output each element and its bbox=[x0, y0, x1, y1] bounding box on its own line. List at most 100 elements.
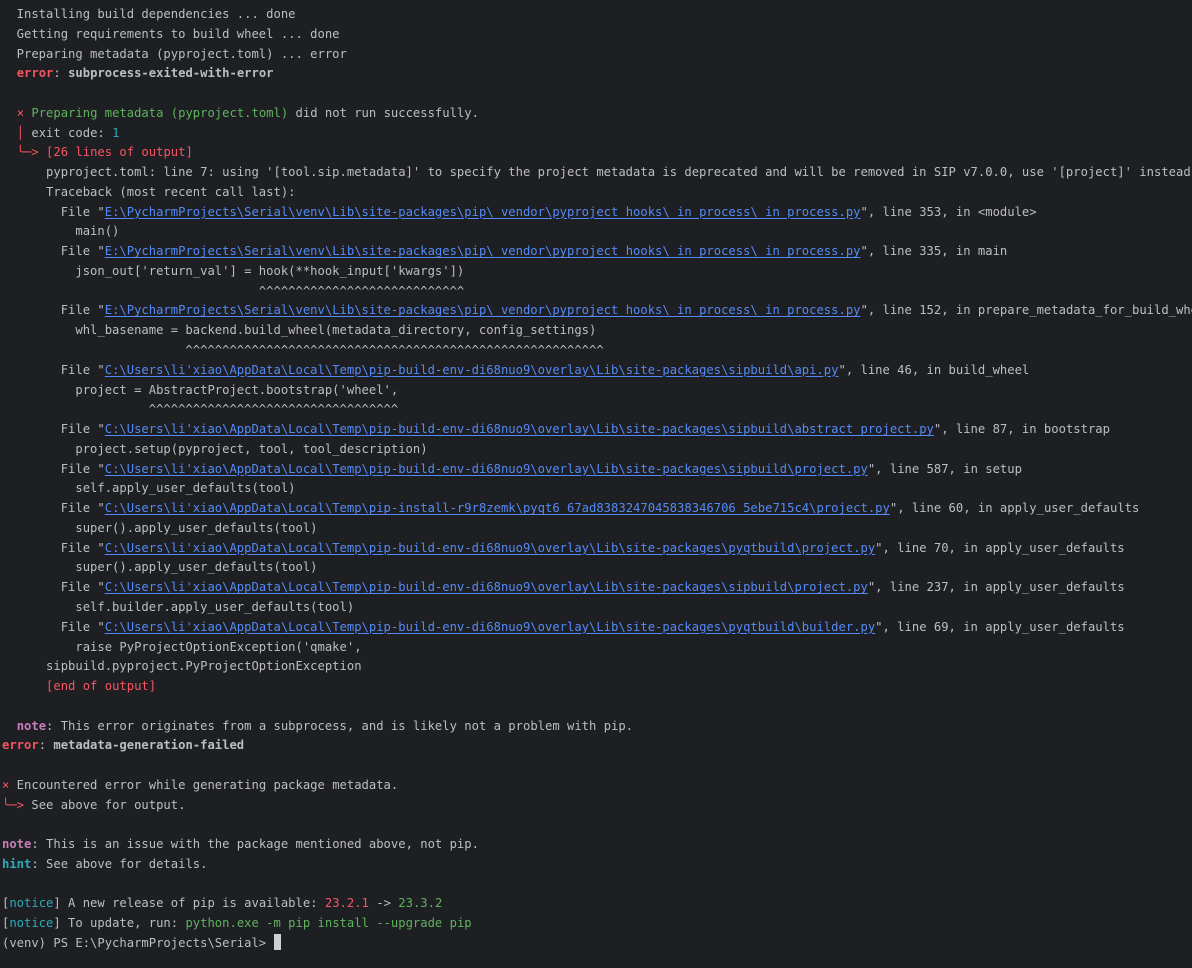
terminal-line: File "C:\Users\li'xiao\AppData\Local\Tem… bbox=[2, 539, 1192, 559]
terminal-text: python.exe -m pip install --upgrade pip bbox=[185, 916, 472, 931]
terminal-text: ", line 335, in main bbox=[860, 244, 1008, 259]
file-path-link[interactable]: C:\Users\li'xiao\AppData\Local\Temp\pip-… bbox=[105, 462, 868, 476]
terminal-text: : bbox=[38, 738, 54, 753]
terminal-text: Getting requirements to build wheel ... … bbox=[2, 26, 340, 41]
terminal-text: File " bbox=[2, 501, 105, 516]
terminal-line: ^^^^^^^^^^^^^^^^^^^^^^^^^^^^ bbox=[2, 282, 1192, 302]
file-path-link[interactable]: E:\PycharmProjects\Serial\venv\Lib\site-… bbox=[105, 303, 861, 317]
terminal-text: note bbox=[2, 837, 32, 852]
terminal-text: Preparing metadata (pyproject.toml) ... … bbox=[2, 46, 347, 61]
terminal-line: raise PyProjectOptionException('qmake', bbox=[2, 638, 1192, 658]
terminal-line: sipbuild.pyproject.PyProjectOptionExcept… bbox=[2, 657, 1192, 677]
terminal-text: File " bbox=[2, 461, 105, 476]
terminal-text: ] A new release of pip is available: bbox=[53, 896, 325, 911]
file-path-link[interactable]: E:\PycharmProjects\Serial\venv\Lib\site-… bbox=[105, 244, 861, 258]
terminal-text: ] To update, run: bbox=[53, 916, 186, 931]
terminal-line: json_out['return_val'] = hook(**hook_inp… bbox=[2, 262, 1192, 282]
terminal-text: pyproject.toml: line 7: using '[tool.sip… bbox=[2, 165, 1191, 180]
terminal-text: × bbox=[16, 105, 25, 120]
terminal-line: note: This error originates from a subpr… bbox=[2, 717, 1192, 737]
terminal-line: × Preparing metadata (pyproject.toml) di… bbox=[2, 104, 1192, 124]
file-path-link[interactable]: C:\Users\li'xiao\AppData\Local\Temp\pip-… bbox=[105, 620, 875, 634]
terminal-line: error: subprocess-exited-with-error bbox=[2, 64, 1192, 84]
terminal-text: self.apply_user_defaults(tool) bbox=[2, 481, 296, 496]
terminal-text: super().apply_user_defaults(tool) bbox=[2, 520, 318, 535]
terminal-text: raise PyProjectOptionException('qmake', bbox=[2, 639, 362, 654]
file-path-link[interactable]: C:\Users\li'xiao\AppData\Local\Temp\pip-… bbox=[105, 501, 890, 515]
terminal-line: Preparing metadata (pyproject.toml) ... … bbox=[2, 45, 1192, 65]
terminal-line: File "C:\Users\li'xiao\AppData\Local\Tem… bbox=[2, 460, 1192, 480]
terminal-text: note bbox=[16, 718, 47, 733]
terminal-line: project = AbstractProject.bootstrap('whe… bbox=[2, 381, 1192, 401]
terminal-text: ", line 87, in bootstrap bbox=[933, 422, 1110, 437]
terminal-line: ╰─> See above for output. bbox=[2, 796, 1192, 816]
terminal-line: File "C:\Users\li'xiao\AppData\Local\Tem… bbox=[2, 618, 1192, 638]
terminal-text: File " bbox=[2, 540, 105, 555]
terminal-line: │ exit code: 1 bbox=[2, 124, 1192, 144]
terminal-text: 1 bbox=[112, 125, 120, 140]
terminal-line: File "C:\Users\li'xiao\AppData\Local\Tem… bbox=[2, 420, 1192, 440]
terminal-text: ", line 46, in build_wheel bbox=[838, 362, 1030, 377]
file-path-link[interactable]: C:\Users\li'xiao\AppData\Local\Temp\pip-… bbox=[105, 580, 868, 594]
terminal-text: Preparing metadata bbox=[24, 105, 171, 120]
terminal-text: metadata-generation-failed bbox=[53, 738, 245, 753]
terminal-line: note: This is an issue with the package … bbox=[2, 835, 1192, 855]
terminal-text: : This error originates from a subproces… bbox=[46, 718, 634, 733]
terminal-text: 23.3.2 bbox=[398, 896, 443, 911]
terminal-text: ", line 70, in apply_user_defaults bbox=[875, 540, 1125, 555]
terminal-text: notice bbox=[9, 896, 54, 911]
terminal-text: : bbox=[53, 66, 69, 81]
terminal-line: File "C:\Users\li'xiao\AppData\Local\Tem… bbox=[2, 361, 1192, 381]
file-path-link[interactable]: C:\Users\li'xiao\AppData\Local\Temp\pip-… bbox=[105, 422, 934, 436]
terminal-line: ^^^^^^^^^^^^^^^^^^^^^^^^^^^^^^^^^^ bbox=[2, 400, 1192, 420]
terminal-line: self.apply_user_defaults(tool) bbox=[2, 479, 1192, 499]
file-path-link[interactable]: C:\Users\li'xiao\AppData\Local\Temp\pip-… bbox=[105, 363, 839, 377]
terminal-line: hint: See above for details. bbox=[2, 855, 1192, 875]
terminal-text: main() bbox=[2, 224, 120, 239]
terminal-text: Traceback (most recent call last): bbox=[2, 184, 296, 199]
terminal-line: File "C:\Users\li'xiao\AppData\Local\Tem… bbox=[2, 578, 1192, 598]
terminal-text: Installing build dependencies ... done bbox=[2, 7, 296, 21]
terminal-text: (pyproject.toml) bbox=[170, 105, 289, 120]
terminal-text: project = AbstractProject.bootstrap('whe… bbox=[2, 382, 399, 397]
terminal-line: File "E:\PycharmProjects\Serial\venv\Lib… bbox=[2, 301, 1192, 321]
terminal-line: self.builder.apply_user_defaults(tool) bbox=[2, 598, 1192, 618]
terminal-text: json_out['return_val'] = hook(**hook_inp… bbox=[2, 263, 465, 278]
terminal-text: File " bbox=[2, 303, 105, 318]
file-path-link[interactable]: C:\Users\li'xiao\AppData\Local\Temp\pip-… bbox=[105, 541, 875, 555]
terminal-text: whl_basename = backend.build_wheel(metad… bbox=[2, 323, 597, 338]
terminal-text: (venv) PS E:\PycharmProjects\Serial> bbox=[2, 935, 274, 950]
terminal-text: ", line 587, in setup bbox=[867, 461, 1022, 476]
terminal-text: did not run successfully. bbox=[288, 105, 479, 120]
file-path-link[interactable]: E:\PycharmProjects\Serial\venv\Lib\site-… bbox=[105, 205, 861, 219]
terminal-text: notice bbox=[9, 916, 54, 931]
terminal-text: File " bbox=[2, 619, 105, 634]
terminal-text: ", line 60, in apply_user_defaults bbox=[889, 501, 1140, 516]
terminal-text: ", line 353, in <module> bbox=[860, 204, 1037, 219]
terminal-text: File " bbox=[2, 204, 105, 219]
terminal-text: ", line 237, in apply_user_defaults bbox=[867, 580, 1125, 595]
terminal-line: [notice] To update, run: python.exe -m p… bbox=[2, 914, 1192, 934]
terminal-text: ^^^^^^^^^^^^^^^^^^^^^^^^^^^^^^^^^^ bbox=[2, 402, 399, 417]
terminal-text: ╰─> bbox=[2, 797, 25, 812]
terminal-text: Encountered error while generating packa… bbox=[9, 777, 399, 792]
terminal-line: File "C:\Users\li'xiao\AppData\Local\Tem… bbox=[2, 499, 1192, 519]
terminal-line: (venv) PS E:\PycharmProjects\Serial> bbox=[2, 933, 1192, 954]
terminal-output[interactable]: Installing build dependencies ... done G… bbox=[0, 0, 1192, 968]
terminal-text: self.builder.apply_user_defaults(tool) bbox=[2, 599, 355, 614]
terminal-line: [end of output] bbox=[2, 677, 1192, 697]
terminal-text: error bbox=[2, 738, 39, 753]
terminal-text: super().apply_user_defaults(tool) bbox=[2, 560, 318, 575]
text-cursor bbox=[273, 933, 281, 950]
terminal-line: whl_basename = backend.build_wheel(metad… bbox=[2, 321, 1192, 341]
terminal-text: File " bbox=[2, 422, 105, 437]
terminal-text: File " bbox=[2, 362, 105, 377]
